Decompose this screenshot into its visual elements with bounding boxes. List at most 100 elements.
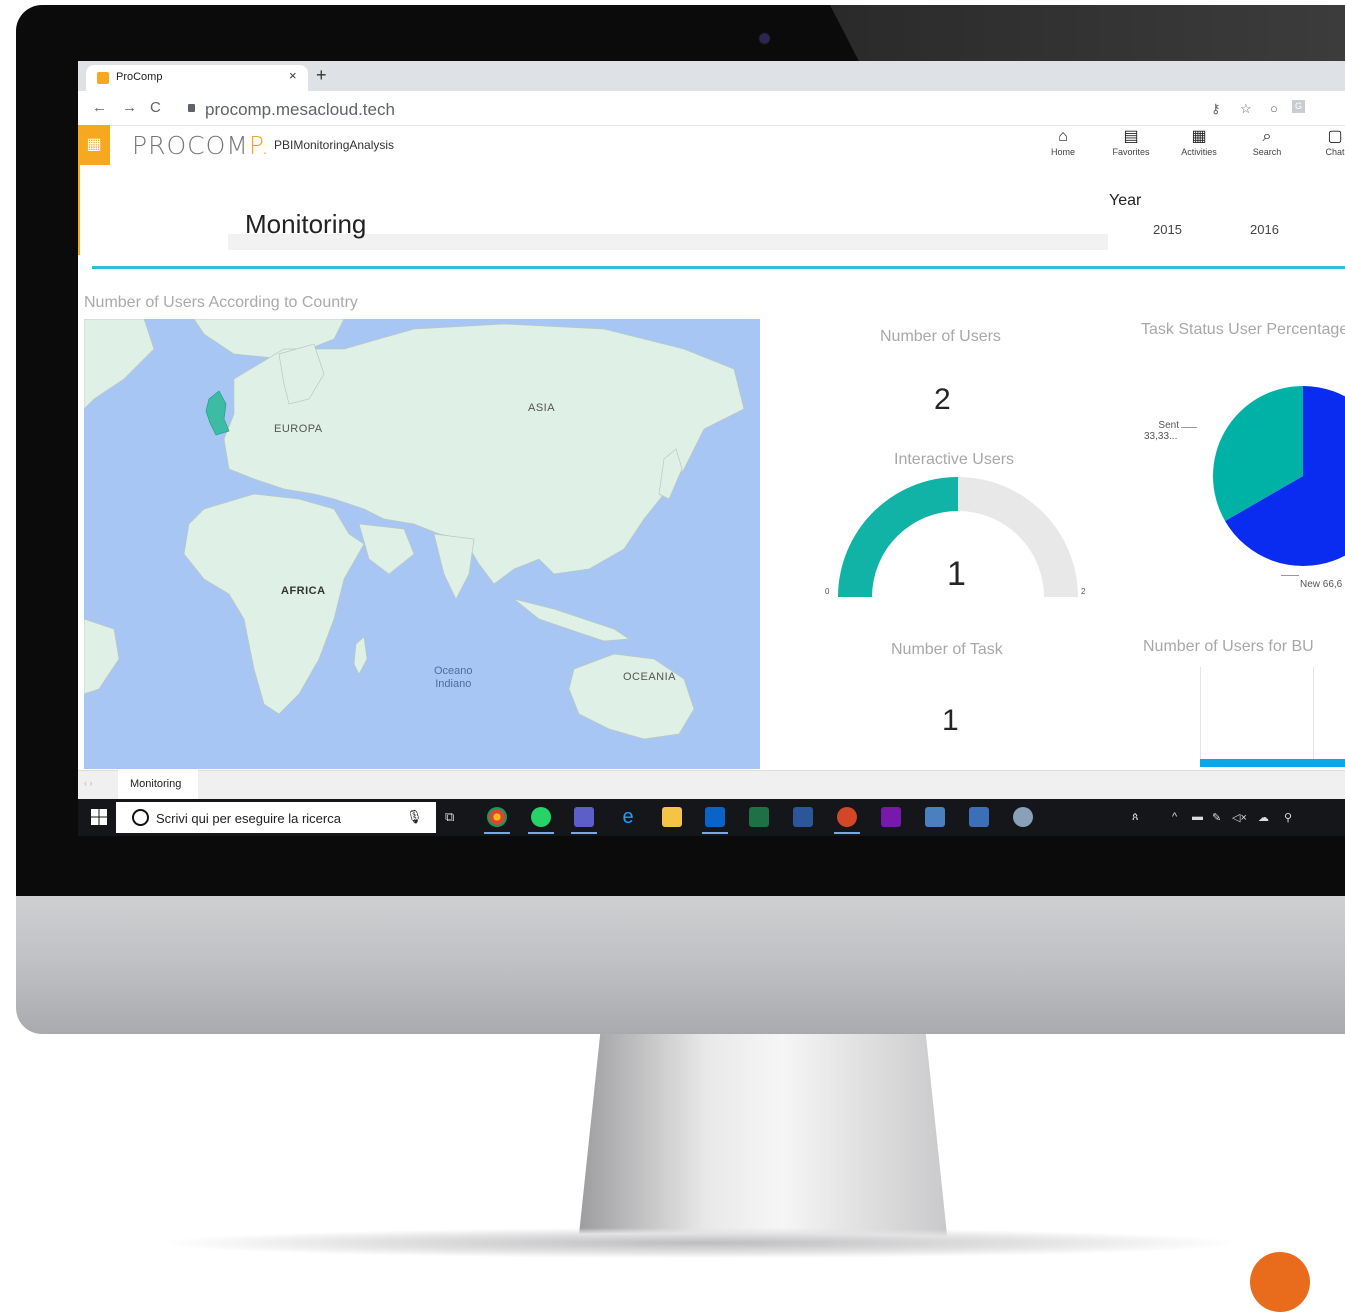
word-icon[interactable] xyxy=(793,807,813,827)
map-svg xyxy=(84,319,745,740)
task-status-pie[interactable] xyxy=(1188,386,1345,576)
map-label-asia: ASIA xyxy=(528,402,556,414)
tab-close-icon[interactable]: × xyxy=(289,68,297,83)
uk-highlight xyxy=(205,390,230,436)
year-option-2016[interactable]: 2016 xyxy=(1250,222,1279,237)
teams-icon[interactable] xyxy=(574,807,594,827)
page-title: Monitoring xyxy=(245,209,367,239)
gauge-min: 0 xyxy=(825,587,830,596)
users-kpi-value: 2 xyxy=(934,383,951,416)
home-icon: ⌂ xyxy=(1058,128,1068,145)
outlook-icon[interactable] xyxy=(705,807,725,827)
excel-icon[interactable] xyxy=(749,807,769,827)
map-label-ocean: Oceano Indiano xyxy=(434,665,473,690)
tasks-kpi-title: Number of Task xyxy=(891,641,1003,658)
pie-title: Task Status User Percentage xyxy=(1141,321,1345,338)
new-tab-button[interactable]: + xyxy=(316,65,327,86)
taskbar-search-placeholder: Scrivi qui per eseguire la ricerca xyxy=(156,811,341,826)
map-label-africa: AFRICA xyxy=(281,585,326,597)
interactive-users-title: Interactive Users xyxy=(894,451,1015,468)
key-icon[interactable]: ⚷ xyxy=(1211,101,1221,117)
app-launcher-icon[interactable]: ▦ xyxy=(78,125,110,165)
extension-icon[interactable]: ○ xyxy=(1270,101,1278,116)
monitor-stand xyxy=(578,1034,948,1244)
nav-home[interactable]: ⌂ Home xyxy=(1035,127,1091,157)
reload-button[interactable]: C xyxy=(150,99,161,116)
procomp-logo: PROCOMP. xyxy=(132,131,270,160)
network-icon[interactable]: ⚲ xyxy=(1284,811,1292,824)
monitor-chin xyxy=(16,896,1345,1034)
map-label-europe: EUROPA xyxy=(274,423,323,435)
land-americas xyxy=(84,319,155,410)
bu-gridline-2 xyxy=(1313,667,1314,759)
gauge-value: 1 xyxy=(947,555,966,593)
app-icon-1[interactable] xyxy=(925,807,945,827)
pie-label-sent-pct: 33,33... xyxy=(1144,431,1178,442)
users-kpi-title: Number of Users xyxy=(880,328,1001,345)
webcam xyxy=(760,34,769,43)
page-tab-monitoring[interactable]: Monitoring xyxy=(118,770,198,799)
nav-chat[interactable]: ▢ Chat xyxy=(1307,127,1345,157)
year-option-2015[interactable]: 2015 xyxy=(1153,222,1182,237)
star-icon[interactable]: ☆ xyxy=(1240,101,1252,117)
teams-active-indicator xyxy=(571,832,597,834)
app-title: PBIMonitoringAnalysis xyxy=(274,138,395,152)
search-icon: ⌕ xyxy=(1262,128,1272,145)
chrome-active-indicator xyxy=(484,832,510,834)
left-accent-bar xyxy=(78,165,80,255)
whatsapp-active-indicator xyxy=(528,832,554,834)
whatsapp-icon[interactable] xyxy=(531,807,551,827)
nav-favorites[interactable]: ▤ Favorites xyxy=(1103,127,1159,157)
screen: ProComp × + ← → C procomp.mesacloud.tech… xyxy=(78,61,1345,836)
battery-icon[interactable]: ▬ xyxy=(1192,811,1203,823)
nav-search[interactable]: ⌕ Search xyxy=(1239,127,1295,157)
gauge-fill xyxy=(838,477,958,597)
browser-tab[interactable]: ProComp × xyxy=(86,65,308,91)
extension-icon-2[interactable]: G xyxy=(1292,100,1305,113)
procomp-favicon-icon xyxy=(97,72,109,84)
chat-icon: ▢ xyxy=(1327,128,1343,145)
page-tab-bar xyxy=(78,770,1345,799)
pie-leader-new xyxy=(1281,575,1299,576)
tray-chevron-icon[interactable]: ^ xyxy=(1172,811,1177,823)
bu-bar-chart[interactable] xyxy=(1198,667,1345,767)
back-button[interactable]: ← xyxy=(92,99,107,116)
cortana-icon xyxy=(132,809,149,826)
volume-icon[interactable]: ◁× xyxy=(1232,811,1247,824)
app-icon-2[interactable] xyxy=(969,807,989,827)
bu-bar[interactable] xyxy=(1200,759,1345,767)
tab-title: ProComp xyxy=(116,71,163,83)
bu-chart-title: Number of Users for BU xyxy=(1143,638,1314,655)
task-view-icon[interactable]: ⧉ xyxy=(445,809,454,825)
forward-button[interactable]: → xyxy=(122,99,137,116)
pie-label-sent: Sent xyxy=(1158,420,1179,431)
land-australia xyxy=(568,653,695,740)
onenote-icon[interactable] xyxy=(881,807,901,827)
chrome-icon[interactable] xyxy=(487,807,507,827)
bu-gridline-1 xyxy=(1200,667,1201,759)
orange-circle xyxy=(1250,1252,1310,1312)
land-madagascar xyxy=(353,636,368,675)
land-indonesia xyxy=(513,598,631,642)
country-map[interactable]: EUROPA ASIA AFRICA OCEANIA Oceano Indian… xyxy=(84,319,760,769)
powerpoint-icon[interactable] xyxy=(837,807,857,827)
microphone-icon[interactable]: 🎙 xyxy=(406,809,423,825)
url-input[interactable]: procomp.mesacloud.tech xyxy=(205,100,395,120)
land-india xyxy=(433,533,475,600)
windows-start-icon[interactable] xyxy=(90,808,108,826)
edge-icon[interactable]: e xyxy=(618,807,638,827)
file-explorer-icon[interactable] xyxy=(662,807,682,827)
year-slicer-label: Year xyxy=(1109,192,1142,209)
powerpoint-active-indicator xyxy=(834,832,860,834)
page-nav-arrows[interactable]: ‹ › xyxy=(84,778,93,788)
monitor-base-shadow xyxy=(170,1228,1230,1258)
land-africa xyxy=(183,493,365,715)
outlook-active-indicator xyxy=(702,832,728,834)
app-icon-3[interactable] xyxy=(1013,807,1033,827)
people-icon[interactable]: ጰ xyxy=(1132,811,1139,824)
pen-icon[interactable]: ✎ xyxy=(1212,811,1221,824)
onedrive-icon[interactable]: ☁ xyxy=(1258,811,1269,824)
pie-leader-sent xyxy=(1181,427,1197,428)
nav-activities[interactable]: ▦ Activities xyxy=(1171,127,1227,157)
map-title: Number of Users According to Country xyxy=(84,294,358,311)
